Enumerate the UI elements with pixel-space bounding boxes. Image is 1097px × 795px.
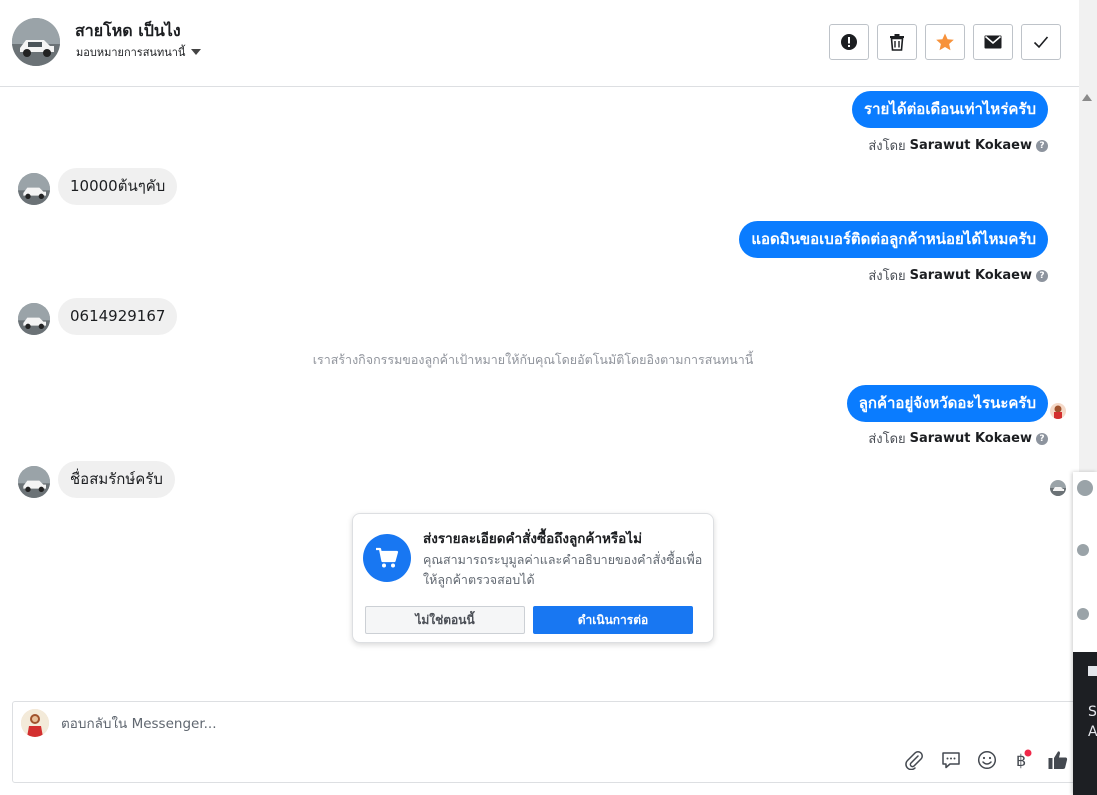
conversation-header: สายโหด เป็นไง มอบหมายการสนทนานี้ <box>0 0 1090 87</box>
order-prompt-title: ส่งรายละเอียดคำสั่งซื้อถึงลูกค้าหรือไม่ <box>423 531 642 547</box>
exclamation-circle-icon <box>841 34 857 50</box>
contact-message-avatar <box>18 303 50 335</box>
contact-avatar[interactable] <box>12 18 60 66</box>
reply-composer: ฿ <box>12 701 1082 783</box>
trash-icon <box>890 34 904 51</box>
incoming-message[interactable]: ชื่อสมรักษ์ครับ <box>58 461 175 498</box>
dark-notification-panel[interactable]: S A <box>1073 652 1097 795</box>
sent-by-label: ส่งโดย Sarawut Kokaew ? <box>868 135 1048 156</box>
sent-by-name: Sarawut Kokaew <box>909 138 1032 153</box>
help-icon[interactable]: ? <box>1036 269 1048 282</box>
emoji-icon <box>977 750 997 770</box>
quick-reply-icon <box>942 752 960 769</box>
sent-by-label: ส่งโดย Sarawut Kokaew ? <box>868 428 1048 449</box>
shopping-cart-icon <box>363 534 411 582</box>
spam-alert-button[interactable] <box>829 24 869 60</box>
help-icon[interactable]: ? <box>1036 139 1048 152</box>
contact-name: สายโหด เป็นไง <box>75 21 181 40</box>
seen-by-avatar <box>1050 403 1066 419</box>
outgoing-message[interactable]: ลูกค้าอยู่จังหวัดอะไรนะครับ <box>846 385 1048 422</box>
sent-by-label: ส่งโดย Sarawut Kokaew ? <box>868 265 1048 286</box>
outgoing-message[interactable]: แอดมินขอเบอร์ติดต่อลูกค้าหน่อยได้ไหมครับ <box>739 221 1048 258</box>
system-notice: เราสร้างกิจกรรมของลูกค้าเป้าหมายให้กับคุ… <box>312 352 754 367</box>
payment-button[interactable]: ฿ <box>1010 748 1034 772</box>
contact-seen-avatar <box>1050 480 1066 496</box>
baht-payment-icon: ฿ <box>1016 749 1032 770</box>
checkmark-icon <box>1033 36 1049 49</box>
app-icon <box>1088 666 1097 676</box>
contact-message-avatar <box>18 173 50 205</box>
continue-button[interactable]: ดำเนินการต่อ <box>533 606 693 634</box>
emoji-button[interactable] <box>975 748 999 772</box>
assign-conversation-label: มอบหมายการสนทนานี้ <box>76 46 186 59</box>
contact-message-avatar <box>18 466 50 498</box>
not-now-button[interactable]: ไม่ใช่ตอนนี้ <box>365 606 525 634</box>
envelope-icon <box>984 35 1002 49</box>
help-icon[interactable]: ? <box>1036 432 1048 445</box>
star-button[interactable] <box>925 24 965 60</box>
star-icon <box>936 33 954 51</box>
like-button[interactable] <box>1046 748 1070 772</box>
incoming-message[interactable]: 0614929167 <box>58 298 178 335</box>
notification-text-line: A <box>1088 724 1097 740</box>
attach-button[interactable] <box>902 748 926 772</box>
order-prompt-description: คุณสามารถระบุมูลค่าและคำอธิบายของคำสั่งซ… <box>423 552 703 587</box>
sent-by-prefix: ส่งโดย <box>868 432 906 447</box>
sent-by-prefix: ส่งโดย <box>868 139 906 154</box>
contact-avatar-thumbnail <box>1077 480 1093 496</box>
sent-by-name: Sarawut Kokaew <box>909 431 1032 446</box>
incoming-message[interactable]: 10000ต้นๆคับ <box>58 168 178 205</box>
outgoing-message[interactable]: รายได้ต่อเดือนเท่าไหร่ครับ <box>852 91 1048 128</box>
contact-avatar-thumbnail <box>1077 608 1089 620</box>
assign-conversation-dropdown[interactable]: มอบหมายการสนทนานี้ <box>76 43 202 61</box>
paperclip-icon <box>905 751 923 770</box>
reply-input[interactable] <box>61 716 881 732</box>
mark-done-button[interactable] <box>1021 24 1061 60</box>
scroll-up-arrow-icon[interactable] <box>1082 94 1092 101</box>
delete-button[interactable] <box>877 24 917 60</box>
sent-by-prefix: ส่งโดย <box>868 269 906 284</box>
notification-text-line: S <box>1088 704 1097 720</box>
sent-by-name: Sarawut Kokaew <box>909 268 1032 283</box>
side-overlay-panel: S A <box>1073 472 1097 795</box>
caret-down-icon <box>191 49 202 55</box>
thumbs-up-icon <box>1048 751 1068 769</box>
page-avatar <box>21 709 49 737</box>
contact-avatar-thumbnail <box>1077 544 1089 556</box>
saved-replies-button[interactable] <box>939 748 963 772</box>
order-details-prompt: ส่งรายละเอียดคำสั่งซื้อถึงลูกค้าหรือไม่ … <box>352 513 714 643</box>
mark-unread-button[interactable] <box>973 24 1013 60</box>
